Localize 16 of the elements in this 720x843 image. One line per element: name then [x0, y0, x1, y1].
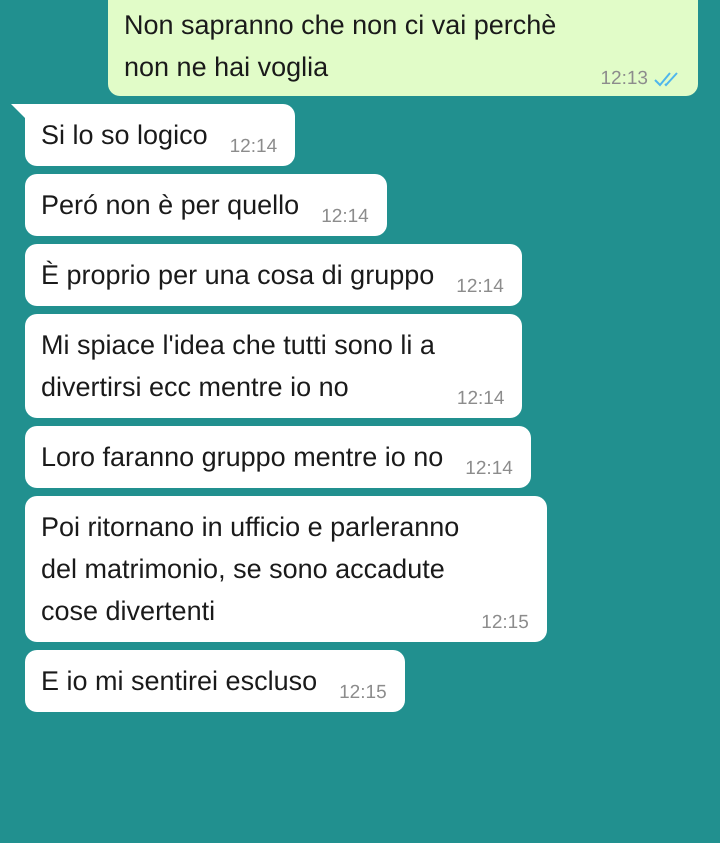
- message-time: 12:14: [456, 388, 504, 410]
- message-text: Poi ritornano in ufficio e parleranno del matrimonio, se sono accadute cose divertenti: [41, 511, 460, 628]
- message-text: Mi spiace l'idea che tutti sono li a divertirsi ecc mentre io no: [41, 329, 435, 404]
- message-text: Peró non è per quello: [41, 189, 300, 222]
- message-time: 12:15: [481, 612, 529, 634]
- message-text: È proprio per una cosa di gruppo: [41, 259, 434, 292]
- message-text: Si lo so logico: [41, 119, 208, 152]
- message-text: Non sapranno che non ci vai perchè non ne hai voglia: [124, 9, 556, 84]
- message-time: 12:14: [230, 136, 278, 158]
- message-time: 12:14: [321, 206, 369, 228]
- message-time: 12:14: [465, 458, 513, 480]
- message-time: 12:15: [339, 682, 387, 704]
- message-time: 12:13: [600, 68, 648, 90]
- message-time: 12:14: [456, 276, 504, 298]
- message-text: E io mi sentirei escluso: [41, 665, 318, 698]
- message-text: Loro faranno gruppo mentre io no: [41, 441, 444, 474]
